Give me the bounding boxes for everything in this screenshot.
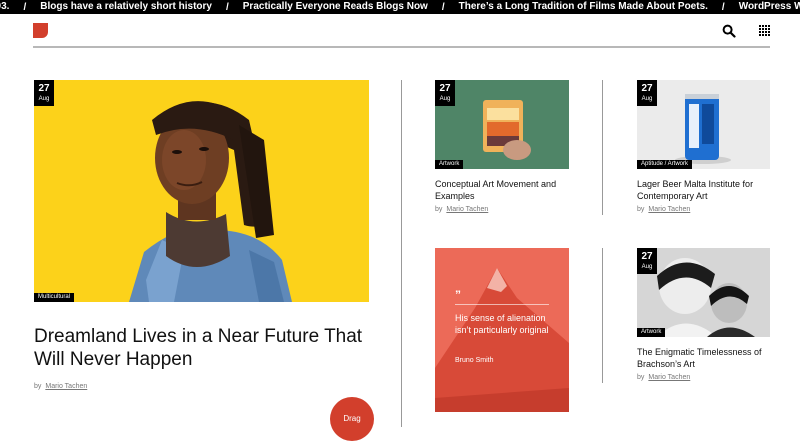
post-card: 27 Aug Aptitude / Artwork Lager Beer Mal… [637,80,770,220]
post-image[interactable]: 27 Aug Aptitude / Artwork [637,80,770,169]
quote-mark: ” [455,288,461,302]
byline-label: by [34,383,42,390]
search-icon[interactable] [722,24,736,38]
column-divider [602,80,603,215]
date-badge: 27 Aug [34,80,54,106]
ticker-item[interactable]: Blogs have a relatively short history [40,0,212,14]
byline-label: by [435,206,443,213]
drag-button[interactable]: Drag [330,397,374,441]
column-divider [602,248,603,383]
art-photo [435,80,569,169]
date-month: Aug [38,96,50,102]
post-card: 27 Aug Artwork Conceptual Art Movement a… [435,80,569,220]
featured-image[interactable]: 27 Aug Multicultural [34,80,369,302]
date-month: Aug [641,264,653,270]
byline-label: by [637,206,645,213]
date-month: Aug [641,96,653,102]
category-tag[interactable]: Artwork [637,328,666,337]
ticker-separator: / [23,1,27,13]
category-tag[interactable]: Aptitude / Artwork [637,160,693,169]
post-image[interactable]: 27 Aug Artwork [637,248,770,337]
quote-author: Bruno Smith [455,357,494,364]
column-divider [401,80,402,427]
date-day: 27 [38,83,50,94]
post-byline: by Mario Tachen [34,383,87,390]
author-link[interactable]: Mario Tachen [446,206,488,213]
date-badge: 27 Aug [435,80,455,106]
ticker-track: 003. / Blogs have a relatively short his… [0,0,800,14]
site-logo[interactable] [33,23,48,38]
author-link[interactable]: Mario Tachen [648,374,690,381]
featured-title[interactable]: Dreamland Lives in a Near Future That Wi… [34,325,364,371]
post-byline: by Mario Tachen [637,374,690,381]
ticker-item[interactable]: 003. [0,0,9,14]
post-image[interactable]: 27 Aug Artwork [435,80,569,169]
post-title[interactable]: The Enigmatic Timelessness of Brachson’s… [637,346,770,370]
category-tag[interactable]: Artwork [435,160,464,169]
quote-line [455,304,549,305]
post-byline: by Mario Tachen [435,206,488,213]
ticker-separator: / [441,1,445,13]
news-ticker: 003. / Blogs have a relatively short his… [0,0,800,14]
ticker-separator: / [225,1,229,13]
quote-card[interactable]: ” His sense of alienation isn’t particul… [435,248,569,412]
date-badge: 27 Aug [637,80,657,106]
ticker-separator: / [721,1,725,13]
post-title[interactable]: Conceptual Art Movement and Examples [435,178,569,202]
date-badge: 27 Aug [637,248,657,274]
ticker-item[interactable]: There’s a Long Tradition of Films Made A… [459,0,708,14]
grid-icon[interactable] [759,25,770,36]
quote-text: His sense of alienation isn’t particular… [455,313,549,335]
date-month: Aug [439,96,451,102]
author-link[interactable]: Mario Tachen [45,383,87,390]
site-header [33,21,770,48]
post-title[interactable]: Lager Beer Malta Institute for Contempor… [637,178,770,202]
category-tag[interactable]: Multicultural [34,293,75,302]
ticker-item[interactable]: WordPress Was Started In 200 [739,0,800,14]
post-card: 27 Aug Artwork The Enigmatic Timelessnes… [637,248,770,388]
portrait-illustration [34,80,369,302]
byline-label: by [637,374,645,381]
date-day: 27 [439,83,451,94]
post-byline: by Mario Tachen [637,206,690,213]
ticker-item[interactable]: Practically Everyone Reads Blogs Now [243,0,428,14]
author-link[interactable]: Mario Tachen [648,206,690,213]
date-day: 27 [641,251,653,262]
date-day: 27 [641,83,653,94]
